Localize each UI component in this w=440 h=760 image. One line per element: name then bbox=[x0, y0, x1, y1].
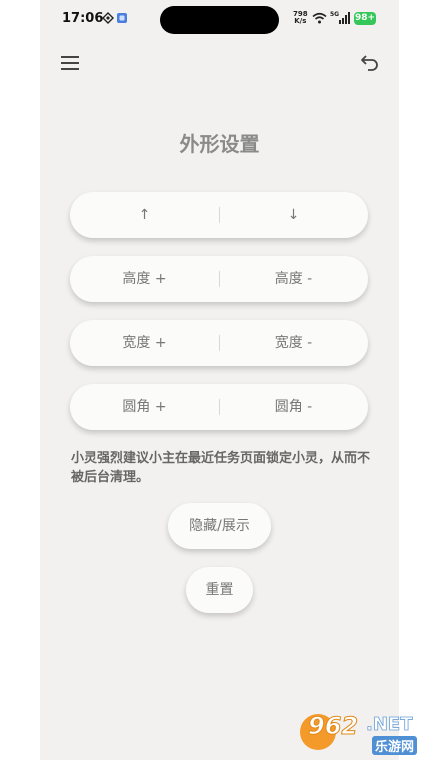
status-time: 17:06 bbox=[62, 11, 104, 26]
height-decrease-button[interactable]: 高度 - bbox=[219, 256, 368, 302]
app-notification-icon bbox=[117, 13, 127, 23]
watermark-subtitle: 乐游网 bbox=[372, 736, 418, 755]
width-increase-button[interactable]: 宽度 + bbox=[70, 320, 219, 366]
height-increase-button[interactable]: 高度 + bbox=[70, 256, 219, 302]
network-speed: 798 K/s bbox=[293, 10, 308, 25]
height-control-group: 高度 + 高度 - bbox=[70, 256, 368, 302]
width-control-group: 宽度 + 宽度 - bbox=[70, 320, 368, 366]
signal-icon bbox=[339, 12, 350, 24]
site-watermark: 962 .NET 乐游网 bbox=[300, 712, 435, 756]
radius-increase-button[interactable]: 圆角 + bbox=[70, 384, 219, 430]
watermark-suffix: .NET bbox=[366, 714, 413, 736]
page-title: 外形设置 bbox=[179, 132, 260, 156]
radius-control-group: 圆角 + 圆角 - bbox=[70, 384, 368, 430]
lock-app-notice: 小灵强烈建议小主在最近任务页面锁定小灵，从而不被后台清理。 bbox=[71, 451, 371, 485]
battery-indicator: 98+ bbox=[354, 12, 376, 25]
phone-screen: 17:06 798 K/s 5G 98+ 外形设置 ↑ ↓ 高度 + 高度 - … bbox=[40, 0, 399, 760]
reset-button[interactable]: 重置 bbox=[186, 567, 253, 613]
move-down-button[interactable]: ↓ bbox=[219, 192, 368, 238]
hamburger-menu-icon[interactable] bbox=[60, 54, 80, 72]
camera-cutout bbox=[160, 6, 279, 34]
width-decrease-button[interactable]: 宽度 - bbox=[219, 320, 368, 366]
move-control-group: ↑ ↓ bbox=[70, 192, 368, 238]
undo-back-icon[interactable] bbox=[360, 52, 380, 72]
move-up-button[interactable]: ↑ bbox=[70, 192, 219, 238]
radius-decrease-button[interactable]: 圆角 - bbox=[219, 384, 368, 430]
wifi-icon bbox=[312, 12, 327, 24]
location-icon bbox=[102, 12, 114, 24]
network-type-label: 5G bbox=[330, 11, 340, 18]
watermark-brand: 962 bbox=[307, 712, 359, 741]
toggle-visibility-button[interactable]: 隐藏/展示 bbox=[168, 503, 271, 549]
status-bar: 17:06 798 K/s 5G 98+ bbox=[40, 0, 399, 38]
